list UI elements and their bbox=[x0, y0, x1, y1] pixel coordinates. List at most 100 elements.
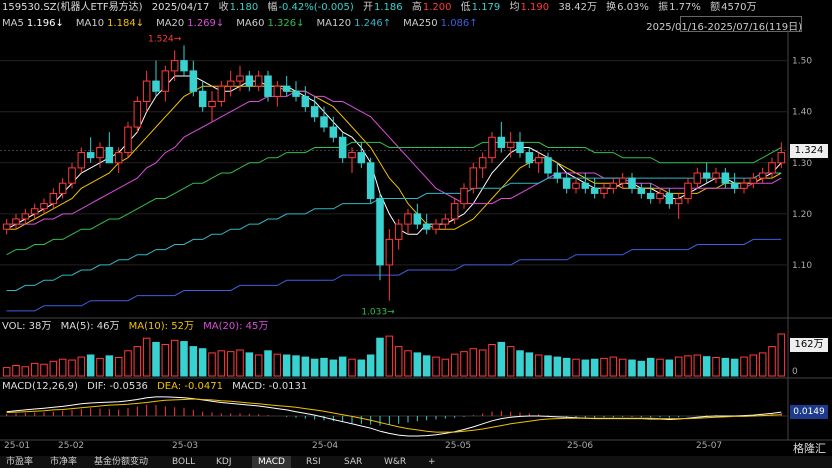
volume-bar bbox=[152, 341, 160, 377]
volume-bar bbox=[721, 357, 730, 377]
candle-body bbox=[58, 182, 67, 194]
candle-body bbox=[777, 152, 786, 164]
candle-body bbox=[590, 187, 599, 194]
volume-bar bbox=[730, 358, 739, 377]
date-tick: 25-04 bbox=[312, 441, 339, 451]
volume-bar bbox=[68, 359, 76, 377]
volume-bar bbox=[77, 356, 86, 377]
candle-body bbox=[460, 187, 468, 205]
tab-3[interactable]: BOLL bbox=[166, 456, 201, 468]
price-tick-label: 1.50 bbox=[792, 57, 812, 67]
candle-body bbox=[712, 172, 720, 179]
candle-body bbox=[376, 198, 384, 266]
candle-body bbox=[245, 75, 254, 87]
volume-bar bbox=[30, 362, 39, 377]
volume-bar bbox=[432, 356, 440, 377]
volume-bar bbox=[637, 360, 646, 377]
candle-body bbox=[749, 177, 758, 184]
volume-bar bbox=[348, 358, 356, 377]
candle-body bbox=[366, 162, 375, 200]
indicator-tab-bar: 市盈率 市净率 基金份额变动 BOLL KDJ MACD RSI SAR W&R + bbox=[0, 456, 832, 468]
volume-bar bbox=[581, 359, 590, 377]
volume-bar bbox=[338, 356, 347, 377]
volume-bar bbox=[497, 341, 506, 377]
volume-bar bbox=[572, 358, 580, 377]
ma-line bbox=[6, 85, 782, 230]
candle-body bbox=[562, 177, 571, 189]
volume-bar bbox=[142, 337, 151, 377]
candle-body bbox=[264, 75, 272, 97]
volume-bar bbox=[264, 350, 272, 377]
candle-body bbox=[665, 192, 674, 205]
volume-bar bbox=[749, 354, 758, 377]
price-tick-label: 1.20 bbox=[792, 210, 812, 220]
candle-body bbox=[730, 182, 739, 189]
tab-1[interactable]: 市净率 bbox=[44, 456, 83, 468]
volume-bar bbox=[292, 355, 300, 377]
candle-body bbox=[282, 85, 291, 92]
kline-chart[interactable]: 1.501.401.301.201.101.524→1.033→00 bbox=[0, 0, 832, 468]
volume-bar bbox=[422, 355, 431, 377]
macd-value-label: MACD: -0.0131 bbox=[232, 381, 308, 392]
volume-bar bbox=[777, 333, 786, 377]
tab-0[interactable]: 市盈率 bbox=[0, 456, 39, 468]
candle-body bbox=[348, 152, 356, 159]
candle-body bbox=[170, 60, 179, 72]
volume-bar bbox=[385, 335, 394, 377]
candle-body bbox=[30, 208, 39, 215]
candle-body bbox=[758, 172, 767, 179]
volume-bar bbox=[198, 348, 207, 377]
date-tick: 25-06 bbox=[567, 441, 594, 451]
volume-bar bbox=[394, 346, 403, 377]
volume-bar bbox=[310, 358, 319, 377]
volume-bar bbox=[441, 358, 450, 377]
volume-bar bbox=[254, 354, 263, 377]
tab-7[interactable]: SAR bbox=[338, 456, 368, 468]
candle-body bbox=[432, 223, 440, 230]
macd-dea-label: DEA: -0.0471 bbox=[157, 381, 223, 392]
candle-body bbox=[684, 182, 692, 200]
candle-body bbox=[310, 106, 319, 118]
volume-bar bbox=[96, 357, 104, 377]
ma-line bbox=[6, 238, 782, 312]
date-axis: 25-01 25-02 25-03 25-04 25-05 25-06 25-07 bbox=[0, 441, 790, 453]
volume-bar bbox=[12, 365, 20, 377]
volume-bar bbox=[2, 367, 11, 377]
candle-body bbox=[49, 192, 58, 205]
candle-body bbox=[506, 141, 515, 148]
candle-body bbox=[656, 192, 664, 200]
tab-6[interactable]: RSI bbox=[300, 456, 327, 468]
volume-bar bbox=[684, 355, 692, 377]
volume-bar bbox=[562, 357, 571, 377]
candle-body bbox=[142, 80, 151, 102]
candle-body bbox=[2, 223, 11, 230]
volume-bar bbox=[320, 357, 328, 377]
volume-legend: VOL: 38万 MA(5): 46万 MA(10): 52万 MA(20): … bbox=[2, 321, 274, 333]
volume-axis-max: 162万 bbox=[790, 338, 828, 352]
candle-body bbox=[357, 152, 366, 164]
candle-body bbox=[236, 75, 244, 82]
volume-bar bbox=[665, 359, 674, 377]
candle-body bbox=[86, 152, 95, 159]
volume-bar bbox=[618, 358, 627, 377]
candle-body bbox=[180, 60, 188, 72]
tab-4[interactable]: KDJ bbox=[210, 456, 238, 468]
volume-bar bbox=[506, 346, 515, 377]
candle-body bbox=[469, 167, 478, 189]
tab-2[interactable]: 基金份额变动 bbox=[88, 456, 154, 468]
current-price-tag: 1.324 bbox=[790, 143, 828, 158]
vol-ma5-label: MA(5): 46万 bbox=[60, 321, 120, 332]
volume-axis-min: 0 bbox=[792, 367, 798, 377]
volume-bar bbox=[646, 357, 655, 377]
volume-bar bbox=[180, 341, 188, 377]
volume-bar bbox=[86, 354, 95, 377]
candle-body bbox=[450, 203, 459, 220]
tab-8[interactable]: W&R bbox=[378, 456, 412, 468]
volume-bar bbox=[357, 359, 366, 377]
volume-bar bbox=[217, 350, 226, 377]
min-price-label: 1.033→ bbox=[361, 308, 395, 318]
tab-5[interactable]: MACD bbox=[252, 456, 291, 468]
volume-bar bbox=[329, 359, 338, 377]
tab-9[interactable]: + bbox=[422, 456, 442, 468]
macd-dif-label: DIF: -0.0536 bbox=[87, 381, 148, 392]
